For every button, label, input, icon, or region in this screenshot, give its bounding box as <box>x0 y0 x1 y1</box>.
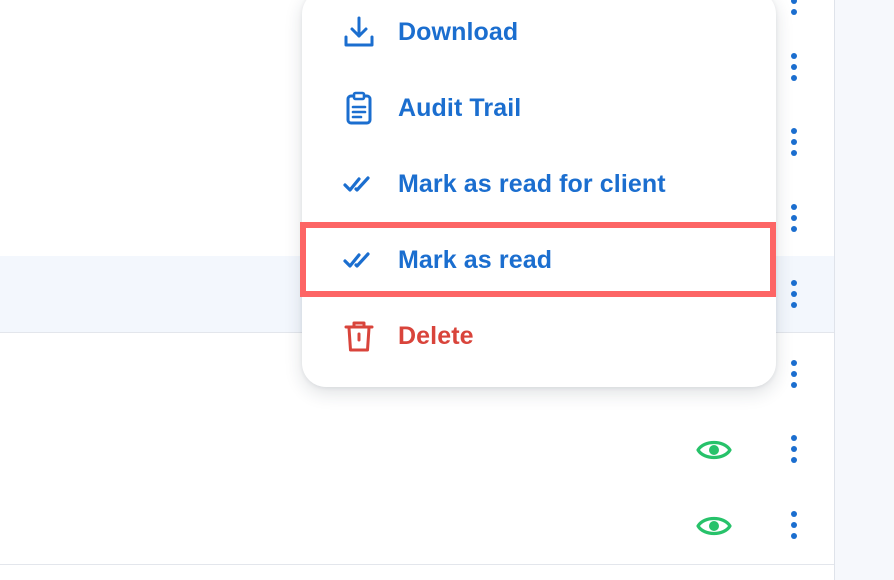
context-menu: Download Audit Trail Mark as read for cl… <box>302 0 776 387</box>
more-options-button[interactable] <box>784 124 804 160</box>
menu-item-label: Delete <box>398 321 474 350</box>
more-options-button[interactable] <box>784 0 804 24</box>
more-options-button[interactable] <box>784 200 804 236</box>
menu-item-delete[interactable]: Delete <box>302 303 776 369</box>
more-options-button[interactable] <box>784 356 804 392</box>
menu-item-label: Audit Trail <box>398 93 522 122</box>
double-check-icon <box>342 243 376 277</box>
more-options-button[interactable] <box>784 49 804 85</box>
menu-item-label: Mark as read <box>398 245 553 274</box>
clipboard-icon <box>342 91 376 125</box>
download-icon <box>342 15 376 49</box>
eye-icon[interactable] <box>696 437 732 463</box>
row-divider <box>0 564 834 565</box>
menu-item-download[interactable]: Download <box>302 0 776 65</box>
more-options-button[interactable] <box>784 431 804 467</box>
menu-item-mark-read[interactable]: Mark as read <box>302 227 776 293</box>
more-options-button[interactable] <box>784 507 804 543</box>
double-check-icon <box>342 167 376 201</box>
menu-item-mark-read-for-client[interactable]: Mark as read for client <box>302 151 776 217</box>
trash-icon <box>342 319 376 353</box>
menu-item-audit-trail[interactable]: Audit Trail <box>302 75 776 141</box>
right-side-panel <box>834 0 894 580</box>
menu-item-label: Download <box>398 17 519 46</box>
more-options-button[interactable] <box>784 276 804 312</box>
eye-icon[interactable] <box>696 513 732 539</box>
menu-item-label: Mark as read for client <box>398 169 666 198</box>
